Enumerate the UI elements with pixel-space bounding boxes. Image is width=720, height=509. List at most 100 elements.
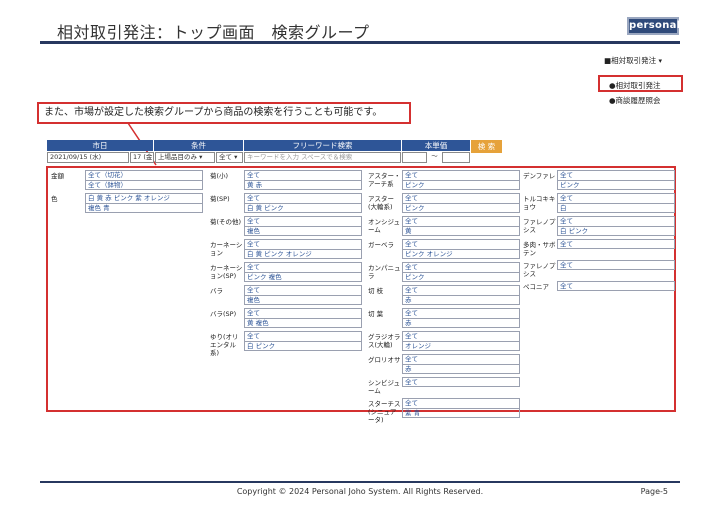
- search-group-row: カーネーション 全て白 黄 ピンク オレンジ: [208, 239, 362, 259]
- search-group-link[interactable]: 白 黄 赤 ピンク 紫 オレンジ: [85, 193, 203, 203]
- unit-price-header: 本単価: [402, 140, 470, 151]
- search-group-link[interactable]: 白 ピンク: [557, 226, 675, 236]
- search-group-values: 全て 複色: [244, 216, 362, 236]
- search-group-link[interactable]: 黄 赤: [244, 180, 362, 190]
- search-group-values: 全て オレンジ: [402, 331, 520, 351]
- price-min-input[interactable]: [402, 152, 427, 163]
- search-group-row: 切 葉 全て赤: [366, 308, 520, 328]
- search-group-row: アスター(大輪系) 全て ピンク: [366, 193, 520, 213]
- search-group-label: トルコキキョウ: [523, 195, 556, 211]
- search-group-link[interactable]: 黄: [402, 226, 520, 236]
- freeword-input[interactable]: キーワードを入力 スペースで＆検索: [244, 152, 401, 163]
- search-group-link[interactable]: 全て: [402, 285, 520, 295]
- search-group-label: 菊(その他): [210, 218, 242, 226]
- search-group-link[interactable]: 複色: [244, 295, 362, 305]
- search-group-values: 全て黄 赤: [244, 170, 362, 190]
- search-group-row: 菊(SP) 全て白 黄 ピンク: [208, 193, 362, 213]
- search-group-link[interactable]: 白: [557, 203, 675, 213]
- search-group-row: アスター・アーチ系 全て ピンク: [366, 170, 520, 190]
- search-group-label: カーネーション(SP): [210, 264, 243, 280]
- search-group-link[interactable]: 全て: [244, 239, 362, 249]
- search-group-label: スターチス(シニュアータ): [368, 400, 401, 424]
- search-group-link[interactable]: 全て: [244, 285, 362, 295]
- search-group-label: カンパニュラ: [368, 264, 401, 280]
- condition2-select[interactable]: 全て ▾: [216, 152, 243, 163]
- page-number: Page-5: [640, 487, 668, 496]
- search-group-row: ガーベラ 全て ピンク オレンジ: [366, 239, 520, 259]
- search-group-values: 全て白 黄 ピンク オレンジ: [244, 239, 362, 259]
- search-group-label: 色: [51, 195, 58, 203]
- search-group-row: バラ 全て 複色: [208, 285, 362, 305]
- search-group-link[interactable]: 全て: [557, 193, 675, 203]
- search-group-link[interactable]: 全て: [244, 262, 362, 272]
- search-group-link[interactable]: 全て: [244, 216, 362, 226]
- search-group-link[interactable]: 全て: [402, 377, 520, 387]
- date-select[interactable]: 2021/09/15 (水): [47, 152, 129, 163]
- search-group-link[interactable]: 全て: [402, 308, 520, 318]
- search-button[interactable]: 検 索: [471, 140, 502, 153]
- search-group-row: オンシジューム 全て黄: [366, 216, 520, 236]
- search-group-values: 全て紫 青: [402, 398, 520, 424]
- search-group-link[interactable]: 全て（鉢物）: [85, 180, 203, 190]
- search-group-link[interactable]: ピンク 複色: [244, 272, 362, 282]
- search-group-values: 全て白 ピンク: [557, 216, 675, 236]
- search-group-link[interactable]: 全て: [402, 170, 520, 180]
- search-group-link[interactable]: 全て: [557, 216, 675, 226]
- search-group-link[interactable]: ピンク: [402, 180, 520, 190]
- search-group-link[interactable]: 白 ピンク: [244, 341, 362, 351]
- search-group-values: 全て 複色: [244, 285, 362, 305]
- search-group-row: スターチス(シニュアータ) 全て紫 青: [366, 398, 520, 424]
- search-group-label: グラジオラス(大輪): [368, 333, 401, 349]
- search-group-values: 全て ピンク 複色: [244, 262, 362, 282]
- condition-select[interactable]: 上場品目のみ ▾: [155, 152, 215, 163]
- search-group-link[interactable]: ピンク: [402, 272, 520, 282]
- search-group-values: 全て ピンク: [402, 193, 520, 213]
- search-group-link[interactable]: 全て: [557, 170, 675, 180]
- search-group-link[interactable]: 全て: [244, 170, 362, 180]
- search-group-link[interactable]: 全て: [244, 308, 362, 318]
- search-group-link[interactable]: 黄 複色: [244, 318, 362, 328]
- search-group-link[interactable]: 赤: [402, 318, 520, 328]
- search-group-values: 全て ピンク: [557, 170, 675, 190]
- search-group-link[interactable]: 全て: [244, 331, 362, 341]
- search-group-values: 全て（切花） 全て（鉢物）: [85, 170, 203, 190]
- search-group-link[interactable]: 複色: [244, 226, 362, 236]
- search-group-link[interactable]: 全て: [402, 331, 520, 341]
- search-group-values: 全て黄 複色: [244, 308, 362, 328]
- search-group-link[interactable]: 全て: [402, 193, 520, 203]
- search-group-link[interactable]: 赤: [402, 295, 520, 305]
- search-group-link[interactable]: 複色 青: [85, 203, 203, 213]
- search-group-link[interactable]: 赤: [402, 364, 520, 374]
- search-group-link[interactable]: ピンク オレンジ: [402, 249, 520, 259]
- search-group-link[interactable]: オレンジ: [402, 341, 520, 351]
- search-group-link[interactable]: 全て: [557, 260, 675, 270]
- search-group-link[interactable]: 全て: [402, 239, 520, 249]
- search-group-link[interactable]: ピンク: [402, 203, 520, 213]
- search-group-link[interactable]: 全て: [402, 262, 520, 272]
- price-max-input[interactable]: [442, 152, 470, 163]
- search-group-link[interactable]: 全て: [402, 354, 520, 364]
- search-group-link[interactable]: 白 黄 ピンク オレンジ: [244, 249, 362, 259]
- search-group-row: 多肉・サボテン 全て: [521, 239, 675, 257]
- search-group-link[interactable]: 全て（切花）: [85, 170, 203, 180]
- search-group-values: 全て白: [557, 193, 675, 213]
- search-group-label: ペコニア: [523, 283, 549, 291]
- search-group-link[interactable]: 全て: [402, 398, 520, 408]
- date-select-end[interactable]: 17 (金: [130, 152, 154, 163]
- search-group-link[interactable]: 全て: [557, 239, 675, 249]
- search-group-link[interactable]: 白 黄 ピンク: [244, 203, 362, 213]
- search-group-values: 全て赤: [402, 285, 520, 305]
- search-group-link[interactable]: ピンク: [557, 180, 675, 190]
- search-group-row: 菊(その他) 全て 複色: [208, 216, 362, 236]
- search-group-values: 全て黄: [402, 216, 520, 236]
- callout-note: また、市場が設定した検索グループから商品の検索を行うことも可能です。: [37, 102, 411, 124]
- search-group-row: 切 枝 全て赤: [366, 285, 520, 305]
- search-group-row: グラジオラス(大輪) 全て オレンジ: [366, 331, 520, 351]
- footer-divider: [40, 481, 680, 483]
- search-group-values: 全て ピンク オレンジ: [402, 239, 520, 259]
- search-group-link[interactable]: 全て: [244, 193, 362, 203]
- search-group-link[interactable]: 紫 青: [402, 408, 520, 418]
- search-group-row: 菊(小) 全て黄 赤: [208, 170, 362, 190]
- search-group-link[interactable]: 全て: [557, 281, 675, 291]
- search-group-link[interactable]: 全て: [402, 216, 520, 226]
